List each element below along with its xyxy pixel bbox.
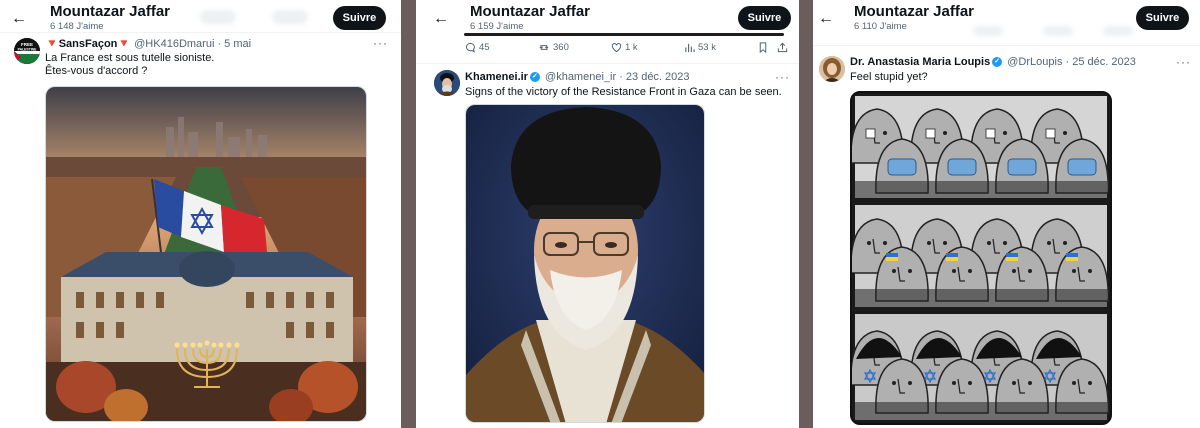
- more-icon[interactable]: ···: [1176, 55, 1191, 69]
- tweet-panel-2: ← Mountazar Jaffar 6 159 J'aime Suivre 4…: [416, 0, 799, 428]
- reply-icon: [465, 42, 476, 53]
- author-handle[interactable]: @DrLoupis: [1007, 56, 1062, 68]
- previous-media-edge: [464, 33, 784, 36]
- like-count: 1 k: [625, 42, 638, 54]
- follow-button[interactable]: Suivre: [333, 6, 386, 30]
- tweet-text-line-2: Êtes-vous d'accord ?: [45, 65, 148, 77]
- tweet-date[interactable]: · 25 déc. 2023: [1066, 56, 1136, 68]
- reply-count: 45: [479, 42, 490, 54]
- profile-likes-count: 6 148 J'aime: [50, 21, 104, 32]
- divider: [813, 45, 1200, 46]
- tweet-author-line: 🔻SansFaçon🔻 @HK416Dmarui · 5 mai: [45, 37, 251, 50]
- profile-header: ← Mountazar Jaffar 6 110 J'aime Suivre: [813, 0, 1200, 36]
- profile-name: Mountazar Jaffar: [50, 3, 171, 20]
- more-icon[interactable]: ···: [775, 70, 790, 84]
- divider: [0, 32, 401, 33]
- profile-header: ← Mountazar Jaffar 6 159 J'aime Suivre: [416, 0, 799, 36]
- blurred-element: [200, 10, 236, 24]
- author-handle[interactable]: @HK416Dmarui: [134, 38, 214, 50]
- back-arrow-icon[interactable]: ←: [10, 10, 28, 28]
- bookmark-icon[interactable]: [758, 42, 771, 54]
- avatar[interactable]: [819, 56, 845, 82]
- tweet-author-line: Dr. Anastasia Maria Loupis ✓ @DrLoupis · …: [850, 56, 1136, 68]
- tweet-image[interactable]: [850, 91, 1112, 425]
- repost-button[interactable]: 360: [538, 42, 569, 53]
- avatar-image: [819, 56, 845, 82]
- svg-text:PALESTINE: PALESTINE: [18, 48, 38, 52]
- author-name[interactable]: 🔻SansFaçon🔻: [45, 38, 131, 50]
- author-handle[interactable]: @khamenei_ir: [545, 71, 616, 83]
- blurred-element: [1103, 26, 1133, 36]
- tweet-text-line-1: Feel stupid yet?: [850, 71, 928, 83]
- tweet-text-line-1: La France est sous tutelle sioniste.: [45, 52, 215, 64]
- views-button[interactable]: 53 k: [684, 42, 716, 53]
- portrait-photo: [466, 105, 704, 422]
- profile-name: Mountazar Jaffar: [854, 3, 975, 20]
- tweet-author-line: Khamenei.ir ✓ @khamenei_ir · 23 déc. 2023: [465, 71, 690, 83]
- follow-button[interactable]: Suivre: [738, 6, 791, 30]
- avatar[interactable]: FREE PALESTINE: [14, 38, 40, 64]
- npc-meme-comic: [852, 93, 1110, 423]
- like-button[interactable]: 1 k: [611, 42, 638, 53]
- repost-icon: [539, 45, 549, 50]
- tweet-image[interactable]: [465, 104, 705, 423]
- back-arrow-icon[interactable]: ←: [817, 10, 835, 28]
- tweet-panel-3: ← Mountazar Jaffar 6 110 J'aime Suivre D…: [813, 0, 1200, 428]
- more-icon[interactable]: ···: [373, 36, 388, 50]
- reply-button[interactable]: 45: [465, 42, 490, 53]
- tweet-date[interactable]: · 23 déc. 2023: [619, 71, 689, 83]
- tweet-text-line-1: Signs of the victory of the Resistance F…: [465, 86, 782, 98]
- verified-icon: ✓: [992, 57, 1003, 68]
- blurred-element: [973, 26, 1003, 36]
- blurred-element: [1043, 26, 1073, 36]
- tweet-date[interactable]: · 5 mai: [217, 38, 251, 50]
- views-count: 53 k: [698, 42, 716, 54]
- avatar-image: FREE PALESTINE: [14, 38, 40, 64]
- like-icon: [611, 43, 622, 53]
- profile-header: ← Mountazar Jaffar 6 148 J'aime Suivre: [0, 0, 401, 36]
- back-arrow-icon[interactable]: ←: [432, 10, 450, 28]
- divider: [416, 63, 799, 64]
- repost-count: 360: [553, 42, 569, 54]
- tweet-image[interactable]: [45, 86, 367, 422]
- tweet-panel-1: ← Mountazar Jaffar 6 148 J'aime Suivre F…: [0, 0, 401, 428]
- tweet-actions: 45 360 1 k 53 k: [416, 40, 799, 58]
- share-icon[interactable]: [777, 42, 791, 53]
- svg-text:FREE: FREE: [21, 42, 33, 47]
- profile-likes-count: 6 110 J'aime: [854, 21, 907, 32]
- views-icon: [685, 43, 695, 53]
- blurred-element: [272, 10, 308, 24]
- avatar-image: [434, 70, 460, 96]
- profile-likes-count: 6 159 J'aime: [470, 21, 524, 32]
- separator: [799, 0, 813, 428]
- author-name[interactable]: Dr. Anastasia Maria Loupis: [850, 56, 990, 68]
- palace-flag-illustration: [46, 87, 366, 421]
- profile-name: Mountazar Jaffar: [470, 3, 591, 20]
- avatar[interactable]: [434, 70, 460, 96]
- verified-icon: ✓: [529, 72, 540, 83]
- follow-button[interactable]: Suivre: [1136, 6, 1189, 30]
- author-name[interactable]: Khamenei.ir: [465, 71, 528, 83]
- separator: [401, 0, 416, 428]
